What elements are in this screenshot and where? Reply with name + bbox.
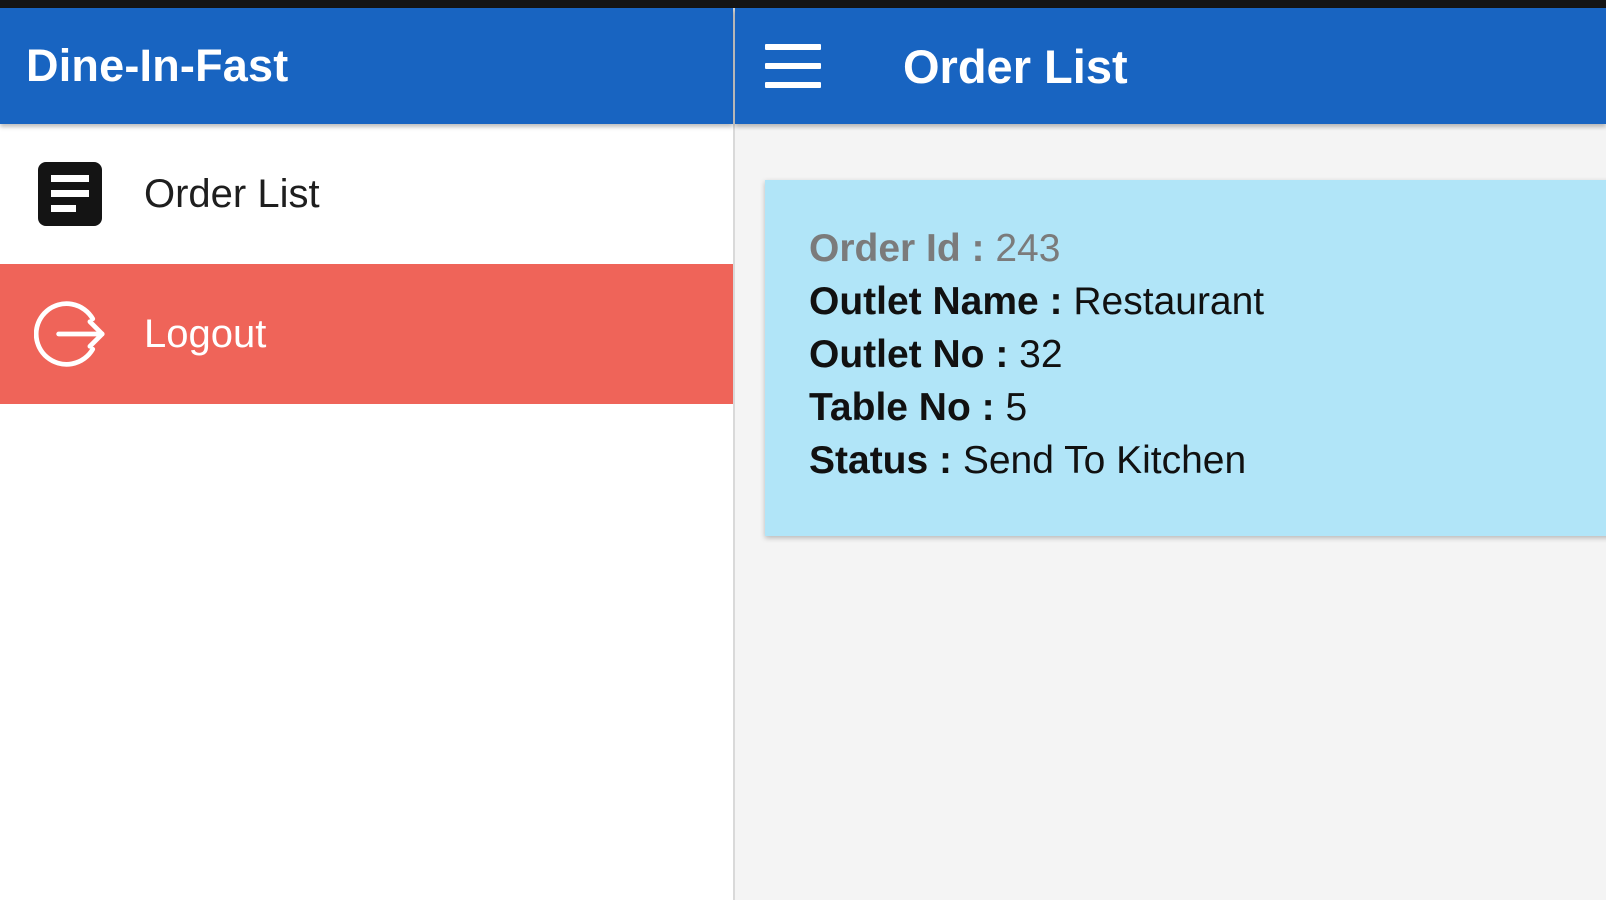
outlet-no-value: 32 bbox=[1019, 333, 1063, 376]
outlet-name-row: Outlet Name : Restaurant bbox=[809, 275, 1606, 328]
status-value: Send To Kitchen bbox=[962, 439, 1247, 482]
sidebar-item-label: Logout bbox=[144, 311, 267, 356]
order-id-label: Order Id : bbox=[809, 227, 996, 270]
order-id-value: 243 bbox=[995, 227, 1061, 270]
sidebar-item-label: Order List bbox=[144, 171, 320, 216]
status-label: Status : bbox=[809, 439, 963, 482]
outlet-name-label: Outlet Name : bbox=[809, 280, 1074, 323]
status-bar bbox=[0, 0, 1606, 8]
table-no-value: 5 bbox=[1005, 386, 1028, 429]
outlet-no-row: Outlet No : 32 bbox=[809, 328, 1606, 381]
order-list-content: Order Id : 243 Outlet Name : Restaurant … bbox=[735, 124, 1606, 900]
status-row: Status : Send To Kitchen bbox=[809, 434, 1606, 487]
page-title: Order List bbox=[903, 39, 1128, 93]
table-no-label: Table No : bbox=[809, 386, 1006, 429]
document-list-icon bbox=[34, 158, 106, 230]
order-id-row: Order Id : 243 bbox=[809, 222, 1606, 275]
app-title: Dine-In-Fast bbox=[26, 40, 289, 91]
outlet-name-value: Restaurant bbox=[1073, 280, 1265, 323]
sidebar-item-logout[interactable]: Logout bbox=[0, 264, 733, 404]
logout-icon bbox=[34, 298, 106, 370]
app-bar: Order List bbox=[735, 8, 1606, 124]
sidebar-item-order-list[interactable]: Order List bbox=[0, 124, 733, 264]
order-card[interactable]: Order Id : 243 Outlet Name : Restaurant … bbox=[765, 180, 1606, 536]
navigation-drawer: Dine-In-Fast Order List Logout bbox=[0, 8, 735, 900]
drawer-header: Dine-In-Fast bbox=[0, 8, 733, 124]
hamburger-menu-icon[interactable] bbox=[765, 44, 821, 88]
outlet-no-label: Outlet No : bbox=[809, 333, 1020, 376]
table-no-row: Table No : 5 bbox=[809, 381, 1606, 434]
